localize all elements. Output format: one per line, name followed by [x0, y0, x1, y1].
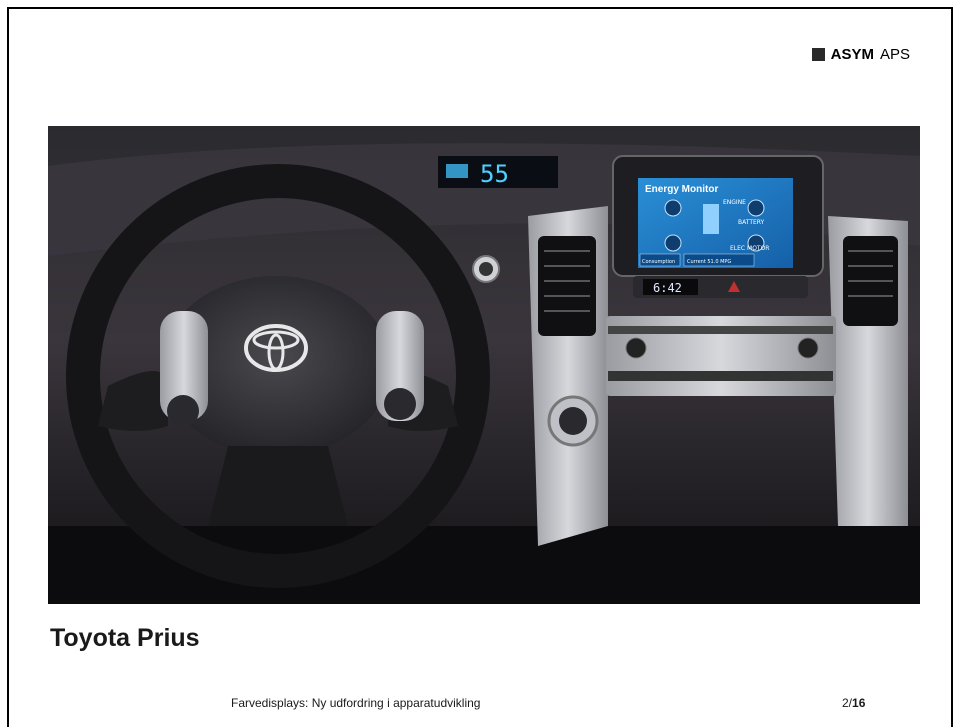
page-total: 16 [852, 696, 866, 710]
clock-readout: 6:42 [653, 281, 682, 295]
slide-title: Toyota Prius [50, 624, 200, 652]
logo-square-icon [811, 48, 825, 61]
screen-consumption-button: Consumption [642, 259, 675, 265]
page-current: 2/ [842, 696, 853, 710]
energy-monitor-title: Energy Monitor [645, 184, 718, 195]
screen-motor-label: ELEC MOTOR [730, 245, 769, 252]
screen-battery-label: BATTERY [738, 219, 765, 226]
dashboard-illustration: 55 Energy Monitor ENGINE BATTERY ELEC MO… [48, 126, 920, 604]
logo-strong-text: ASYM [830, 46, 874, 63]
logo-light-text: APS [879, 46, 910, 63]
speedometer-readout: 55 [480, 160, 509, 188]
page-number: 2/16 [842, 696, 865, 710]
footer-text: Farvedisplays: Ny udfordring i apparatud… [231, 696, 481, 710]
dashboard-photo: 55 Energy Monitor ENGINE BATTERY ELEC MO… [48, 126, 920, 604]
screen-engine-label: ENGINE [723, 199, 746, 206]
company-logo: ASYM APS [811, 46, 910, 63]
screen-current-button: Current 51.0 MPG [687, 259, 731, 265]
